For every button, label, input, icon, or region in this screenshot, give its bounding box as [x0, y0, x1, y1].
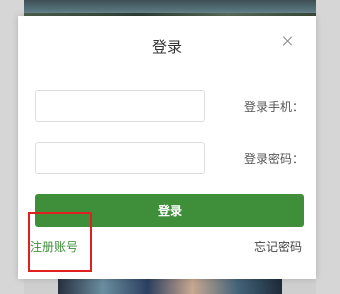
- password-label: 登录密码：: [243, 152, 304, 166]
- password-input[interactable]: [35, 142, 205, 174]
- phone-label: 登录手机：: [243, 100, 304, 114]
- close-icon[interactable]: [280, 34, 294, 48]
- background-left-strip: [316, 0, 340, 294]
- forgot-password-link[interactable]: 忘记密码: [254, 238, 302, 255]
- phone-input[interactable]: [35, 90, 205, 122]
- login-button-label: 登录: [157, 204, 182, 218]
- register-highlight-box: [28, 212, 92, 272]
- page-stage: 登录 登录手机： 登录密码： 登录 忘记密码 注册账号: [0, 0, 340, 294]
- dialog-title: 登录: [151, 38, 182, 56]
